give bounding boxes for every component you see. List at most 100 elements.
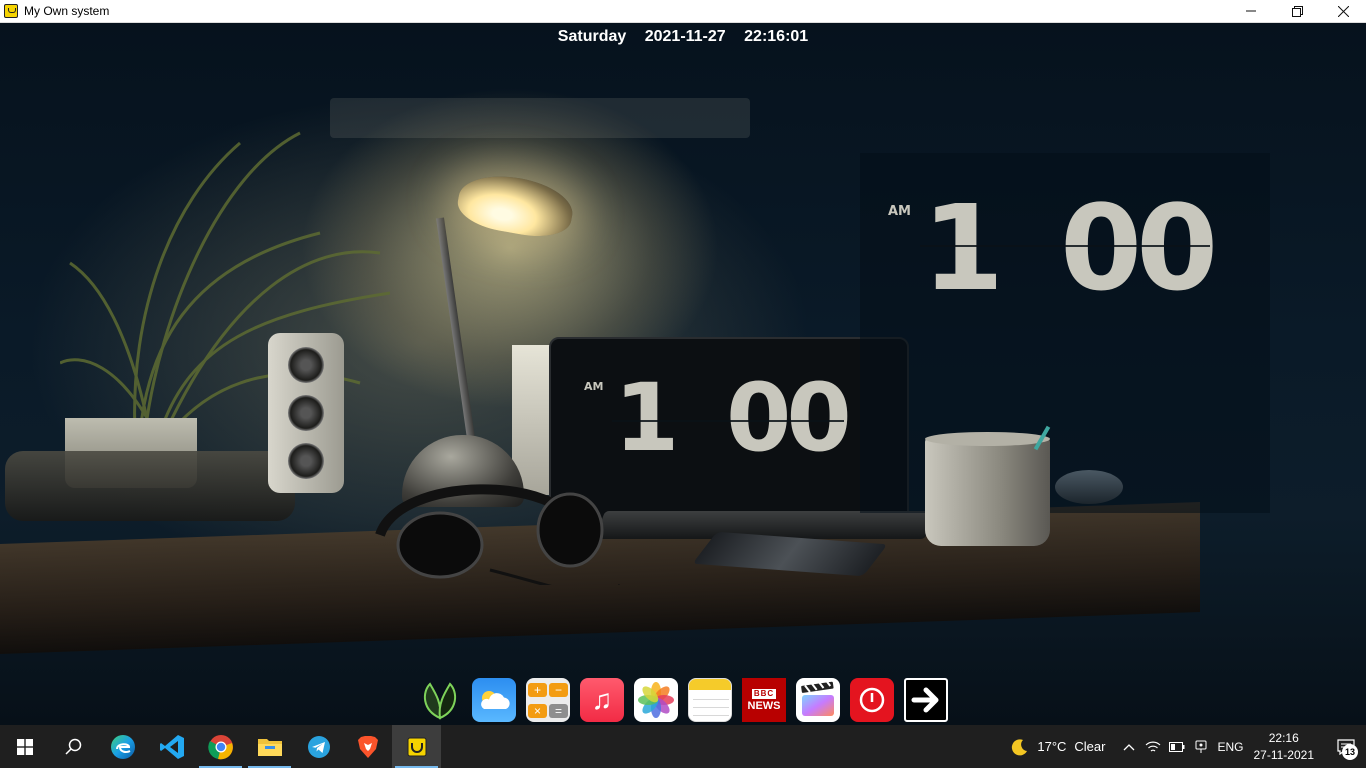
dock-calculator-app[interactable]: + − × =: [526, 678, 570, 722]
camera-button[interactable]: [1189, 725, 1213, 768]
clock-minutes: 00: [726, 364, 852, 473]
leaf-icon: [423, 682, 457, 720]
date-text: 2021-11-27: [644, 28, 726, 45]
day-of-week: Saturday: [557, 28, 627, 45]
search-button[interactable]: [49, 725, 98, 768]
taskbar-my-own-system[interactable]: [392, 725, 441, 768]
mouse-pad: [5, 451, 295, 521]
desktop-wallpaper: AM 1 00 AM 1 00 Saturday 2021-11-27 22:1…: [0, 23, 1366, 725]
input-language[interactable]: ENG: [1217, 740, 1243, 754]
flip-clock-large: AM 1 00: [880, 179, 1220, 317]
chrome-icon: [207, 734, 233, 759]
notes-line: [693, 699, 729, 700]
computer-mouse: [1055, 470, 1123, 504]
cloud-icon: [481, 691, 510, 709]
app-dock: + − × = ♫ BBC NEWS: [418, 678, 948, 722]
top-datetime: Saturday 2021-11-27 22:16:01: [0, 28, 1366, 46]
arrow-right-icon: [911, 687, 939, 713]
dock-leaf-app[interactable]: [418, 678, 462, 722]
dock-music-app[interactable]: ♫: [580, 678, 624, 722]
weather-widget[interactable]: 17°C Clear: [1011, 738, 1105, 756]
window-controls: [1228, 0, 1366, 23]
clock-ampm: AM: [888, 204, 911, 219]
bbc-label: BBC: [751, 688, 777, 699]
webcam-icon: [1195, 740, 1207, 753]
dock-bbc-news-app[interactable]: BBC NEWS: [742, 678, 786, 722]
vscode-icon: [159, 734, 184, 759]
brave-icon: [357, 735, 378, 758]
calculator-times-icon: ×: [528, 703, 547, 718]
news-label: NEWS: [747, 699, 781, 712]
notes-line: [693, 707, 729, 708]
clock-hour: 1: [614, 364, 679, 473]
taskbar-file-explorer[interactable]: [245, 725, 294, 768]
weather-condition: Clear: [1074, 739, 1106, 754]
taskbar-chrome[interactable]: [196, 725, 245, 768]
power-icon: [859, 687, 885, 713]
restore-button[interactable]: [1274, 0, 1320, 23]
taskbar-clock[interactable]: 22:16 27-11-2021: [1254, 730, 1315, 764]
start-button[interactable]: [0, 725, 49, 768]
notes-icon: [689, 679, 731, 690]
dock-notes-app[interactable]: [688, 678, 732, 722]
folder-icon: [257, 738, 282, 756]
calculator-minus-icon: −: [549, 682, 568, 697]
dock-weather-app[interactable]: [472, 678, 516, 722]
clock-hour: 1: [922, 179, 1004, 317]
dock-photos-app[interactable]: [634, 678, 678, 722]
system-tray: 17°C Clear ENG 22:16 27-11-2021 13: [1011, 725, 1366, 768]
speaker-cone: [288, 443, 324, 479]
headphones-image: [375, 484, 620, 585]
notification-count-badge: 13: [1342, 744, 1358, 760]
edge-icon: [110, 734, 135, 759]
wifi-icon: [1146, 741, 1161, 752]
windows-icon: [16, 738, 33, 755]
clock-hinge: [920, 245, 1210, 247]
speaker: [268, 333, 344, 493]
calculator-equals-icon: =: [549, 703, 568, 718]
chevron-up-icon: [1124, 743, 1135, 750]
windows-taskbar: 17°C Clear ENG 22:16 27-11-2021 13: [0, 725, 1366, 768]
coffee-cup: [925, 432, 1050, 546]
lamp-head: [454, 168, 577, 243]
wall-shelf: [330, 98, 750, 138]
restore-icon: [1291, 5, 1303, 17]
window-title: My Own system: [24, 4, 110, 18]
taskbar-telegram[interactable]: [294, 725, 343, 768]
action-center-button[interactable]: 13: [1326, 725, 1366, 768]
search-icon: [64, 738, 81, 755]
minimize-icon: [1246, 10, 1256, 12]
music-note-icon: ♫: [591, 684, 613, 715]
show-hidden-icons-button[interactable]: [1117, 725, 1141, 768]
photos-flower-icon: [638, 682, 674, 718]
taskbar-brave[interactable]: [343, 725, 392, 768]
close-button[interactable]: [1320, 0, 1366, 23]
taskbar-vscode[interactable]: [147, 725, 196, 768]
clock-hinge: [612, 420, 844, 422]
network-button[interactable]: [1141, 725, 1165, 768]
battery-icon: [1169, 741, 1185, 752]
taskbar-time: 22:16: [1268, 730, 1299, 745]
clock-minutes: 00: [1060, 179, 1218, 317]
dock-power-app[interactable]: [850, 678, 894, 722]
calculator-plus-icon: +: [528, 682, 547, 697]
clock-ampm: AM: [584, 380, 604, 393]
dock-video-app[interactable]: [796, 678, 840, 722]
taskbar-edge[interactable]: [98, 725, 147, 768]
app-icon: [4, 4, 18, 18]
speaker-cone: [288, 395, 324, 431]
flip-clock-laptop: AM 1 00: [584, 364, 854, 473]
app-icon: [407, 737, 426, 756]
window-titlebar: My Own system: [0, 0, 1366, 23]
notes-line: [693, 715, 729, 716]
telegram-icon: [307, 735, 330, 758]
taskbar-date: 27-11-2021: [1253, 747, 1315, 762]
battery-button[interactable]: [1165, 725, 1189, 768]
dock-next-app[interactable]: [904, 678, 948, 722]
close-icon: [1337, 5, 1349, 17]
weather-temperature: 17°C: [1037, 739, 1067, 754]
minimize-button[interactable]: [1228, 0, 1274, 23]
lamp-arm: [436, 217, 479, 462]
moon-icon: [1012, 738, 1028, 755]
time-text: 22:16:01: [744, 28, 809, 45]
